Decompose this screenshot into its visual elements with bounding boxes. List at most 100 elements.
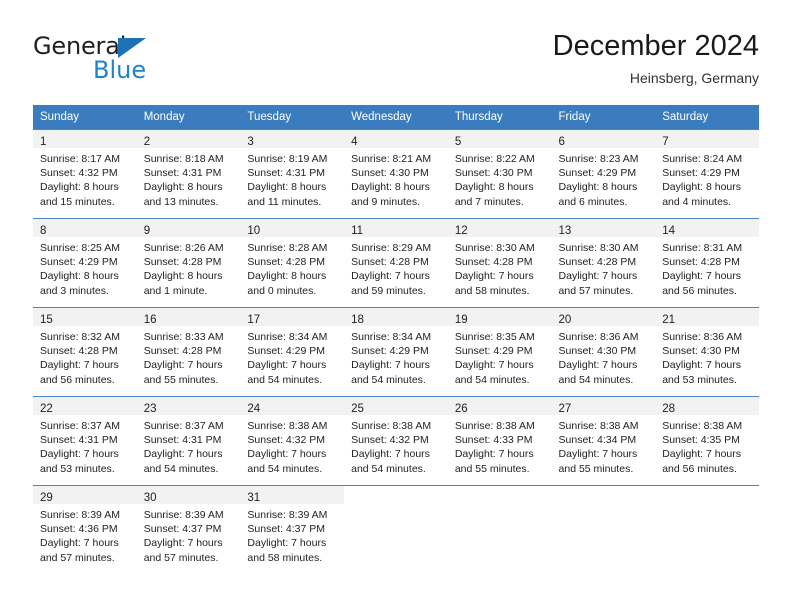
day-cell[interactable]: 4 Sunrise: 8:21 AM Sunset: 4:30 PM Daylight… [344, 129, 448, 218]
day-cell-empty [344, 485, 448, 574]
sunset-text: Sunset: 4:28 PM [143, 256, 222, 269]
sunrise-text: Sunrise: 8:24 AM [662, 153, 743, 165]
day-cell[interactable]: 9 Sunrise: 8:26 AM Sunset: 4:28 PM Daylight… [136, 218, 241, 307]
daylight-text-line1: Daylight: 7 hours [351, 270, 430, 283]
day-number: 26 [454, 403, 468, 415]
day-number: 25 [351, 403, 364, 415]
day-number: 28 [662, 403, 676, 415]
daylight-text-line2: and 3 minutes. [40, 284, 109, 297]
sunrise-text: Sunrise: 8:25 AM [40, 242, 120, 254]
sunrise-text: Sunrise: 8:21 AM [351, 153, 432, 165]
daylight-text-line1: Daylight: 7 hours [662, 448, 742, 461]
sunrise-text: Sunrise: 8:19 AM [247, 153, 328, 165]
calendar-table: Sunday Monday Tuesday Wednesday Thursday… [33, 105, 759, 574]
sunset-text: Sunset: 4:29 PM [40, 256, 118, 269]
day-cell[interactable]: 6 Sunrise: 8:23 AM Sunset: 4:29 PM Daylight… [551, 129, 656, 218]
week-row: 29 Sunrise: 8:39 AM Sunset: 4:36 PM Dayligh… [33, 485, 759, 574]
daylight-text-line1: Daylight: 7 hours [40, 537, 119, 550]
day-cell[interactable]: 22 Sunrise: 8:37 AM Sunset: 4:31 PM Dayligh… [33, 396, 137, 485]
day-cell[interactable]: 27 Sunrise: 8:38 AM Sunset: 4:34 PM Dayligh… [551, 396, 656, 485]
day-number: 30 [143, 492, 157, 504]
weekday-header-wednesday: Wednesday [344, 105, 448, 129]
sunrise-text: Sunrise: 8:34 AM [351, 331, 432, 343]
day-cell-empty [655, 485, 759, 574]
day-number: 10 [247, 225, 261, 237]
sunset-text: Sunset: 4:31 PM [143, 434, 222, 447]
daylight-text-line2: and 59 minutes. [351, 284, 426, 297]
daylight-text-line1: Daylight: 8 hours [40, 181, 119, 194]
daylight-text-line1: Daylight: 7 hours [558, 448, 638, 461]
daylight-text-line1: Daylight: 7 hours [558, 359, 638, 372]
sunset-text: Sunset: 4:29 PM [454, 345, 533, 358]
day-number: 20 [558, 314, 572, 326]
weekday-header-row: Sunday Monday Tuesday Wednesday Thursday… [33, 105, 759, 129]
day-number: 14 [662, 225, 676, 237]
day-cell[interactable]: 5 Sunrise: 8:22 AM Sunset: 4:30 PM Daylight… [447, 129, 552, 218]
day-cell[interactable]: 15 Sunrise: 8:32 AM Sunset: 4:28 PM Dayligh… [33, 307, 137, 396]
daylight-text-line1: Daylight: 8 hours [40, 270, 119, 283]
day-cell[interactable]: 24 Sunrise: 8:38 AM Sunset: 4:32 PM Dayligh… [240, 396, 345, 485]
daylight-text-line2: and 54 minutes. [351, 462, 426, 475]
day-cell[interactable]: 14 Sunrise: 8:31 AM Sunset: 4:28 PM Dayligh… [655, 218, 759, 307]
day-cell[interactable]: 11 Sunrise: 8:29 AM Sunset: 4:28 PM Dayligh… [344, 218, 448, 307]
daylight-text-line2: and 4 minutes. [662, 195, 732, 208]
sunset-text: Sunset: 4:29 PM [351, 345, 429, 358]
daylight-text-line2: and 54 minutes. [247, 373, 323, 386]
day-cell[interactable]: 8 Sunrise: 8:25 AM Sunset: 4:29 PM Daylight… [33, 218, 137, 307]
sunset-text: Sunset: 4:35 PM [662, 434, 740, 447]
day-cell[interactable]: 17 Sunrise: 8:34 AM Sunset: 4:29 PM Dayligh… [240, 307, 345, 396]
calendar-body: 1 Sunrise: 8:17 AM Sunset: 4:32 PM Daylight… [33, 129, 759, 574]
day-cell-empty [551, 485, 656, 574]
daylight-text-line1: Daylight: 7 hours [454, 270, 534, 283]
sunrise-text: Sunrise: 8:38 AM [454, 420, 535, 432]
day-cell[interactable]: 26 Sunrise: 8:38 AM Sunset: 4:33 PM Dayligh… [447, 396, 552, 485]
day-cell[interactable]: 19 Sunrise: 8:35 AM Sunset: 4:29 PM Dayligh… [447, 307, 552, 396]
sunrise-text: Sunrise: 8:22 AM [454, 153, 535, 165]
sunset-text: Sunset: 4:31 PM [247, 167, 326, 180]
calendar-page: General Blue December 2024 Heinsberg, Ge… [0, 0, 792, 612]
day-number: 9 [143, 225, 151, 237]
sunset-text: Sunset: 4:28 PM [454, 256, 533, 269]
brand-logo[interactable]: General Blue [33, 32, 213, 88]
day-cell[interactable]: 28 Sunrise: 8:38 AM Sunset: 4:35 PM Dayligh… [655, 396, 759, 485]
week-row: 8 Sunrise: 8:25 AM Sunset: 4:29 PM Daylight… [33, 218, 759, 307]
day-cell[interactable]: 7 Sunrise: 8:24 AM Sunset: 4:29 PM Daylight… [655, 129, 759, 218]
day-cell[interactable]: 23 Sunrise: 8:37 AM Sunset: 4:31 PM Dayligh… [136, 396, 241, 485]
day-cell[interactable]: 29 Sunrise: 8:39 AM Sunset: 4:36 PM Dayligh… [33, 485, 137, 574]
day-cell[interactable]: 2 Sunrise: 8:18 AM Sunset: 4:31 PM Daylight… [136, 129, 241, 218]
day-cell[interactable]: 16 Sunrise: 8:33 AM Sunset: 4:28 PM Dayligh… [136, 307, 241, 396]
day-number: 4 [351, 136, 358, 148]
day-cell[interactable]: 25 Sunrise: 8:38 AM Sunset: 4:32 PM Dayligh… [344, 396, 448, 485]
sunrise-text: Sunrise: 8:36 AM [558, 331, 639, 343]
day-number: 19 [454, 314, 468, 326]
daylight-text-line2: and 53 minutes. [40, 462, 115, 475]
sunset-text: Sunset: 4:37 PM [247, 523, 326, 536]
sunset-text: Sunset: 4:32 PM [247, 434, 326, 447]
day-cell[interactable]: 18 Sunrise: 8:34 AM Sunset: 4:29 PM Dayligh… [344, 307, 448, 396]
day-cell[interactable]: 12 Sunrise: 8:30 AM Sunset: 4:28 PM Dayligh… [447, 218, 552, 307]
daylight-text-line1: Daylight: 8 hours [247, 270, 327, 283]
day-number: 18 [351, 314, 364, 326]
title-block: December 2024 Heinsberg, Germany [553, 28, 759, 88]
daylight-text-line2: and 54 minutes. [351, 373, 426, 386]
day-cell[interactable]: 13 Sunrise: 8:30 AM Sunset: 4:28 PM Dayligh… [551, 218, 656, 307]
daylight-text-line2: and 15 minutes. [40, 195, 115, 208]
sunrise-text: Sunrise: 8:36 AM [662, 331, 743, 343]
sunset-text: Sunset: 4:30 PM [662, 345, 740, 358]
day-cell[interactable]: 1 Sunrise: 8:17 AM Sunset: 4:32 PM Daylight… [33, 129, 137, 218]
day-cell[interactable]: 10 Sunrise: 8:28 AM Sunset: 4:28 PM Dayligh… [240, 218, 345, 307]
sunset-text: Sunset: 4:28 PM [247, 256, 326, 269]
day-cell[interactable]: 20 Sunrise: 8:36 AM Sunset: 4:30 PM Dayligh… [551, 307, 656, 396]
daylight-text-line2: and 13 minutes. [143, 195, 219, 208]
day-cell[interactable]: 30 Sunrise: 8:39 AM Sunset: 4:37 PM Dayligh… [136, 485, 241, 574]
daylight-text-line1: Daylight: 7 hours [143, 537, 223, 550]
sunset-text: Sunset: 4:31 PM [40, 434, 118, 447]
day-cell[interactable]: 3 Sunrise: 8:19 AM Sunset: 4:31 PM Daylight… [240, 129, 345, 218]
day-cell[interactable]: 31 Sunrise: 8:39 AM Sunset: 4:37 PM Dayligh… [240, 485, 345, 574]
daylight-text-line2: and 0 minutes. [247, 284, 317, 297]
sunrise-text: Sunrise: 8:39 AM [247, 509, 328, 521]
daylight-text-line1: Daylight: 7 hours [662, 359, 742, 372]
day-cell[interactable]: 21 Sunrise: 8:36 AM Sunset: 4:30 PM Dayligh… [655, 307, 759, 396]
daylight-text-line2: and 54 minutes. [558, 373, 634, 386]
sunrise-text: Sunrise: 8:35 AM [454, 331, 535, 343]
